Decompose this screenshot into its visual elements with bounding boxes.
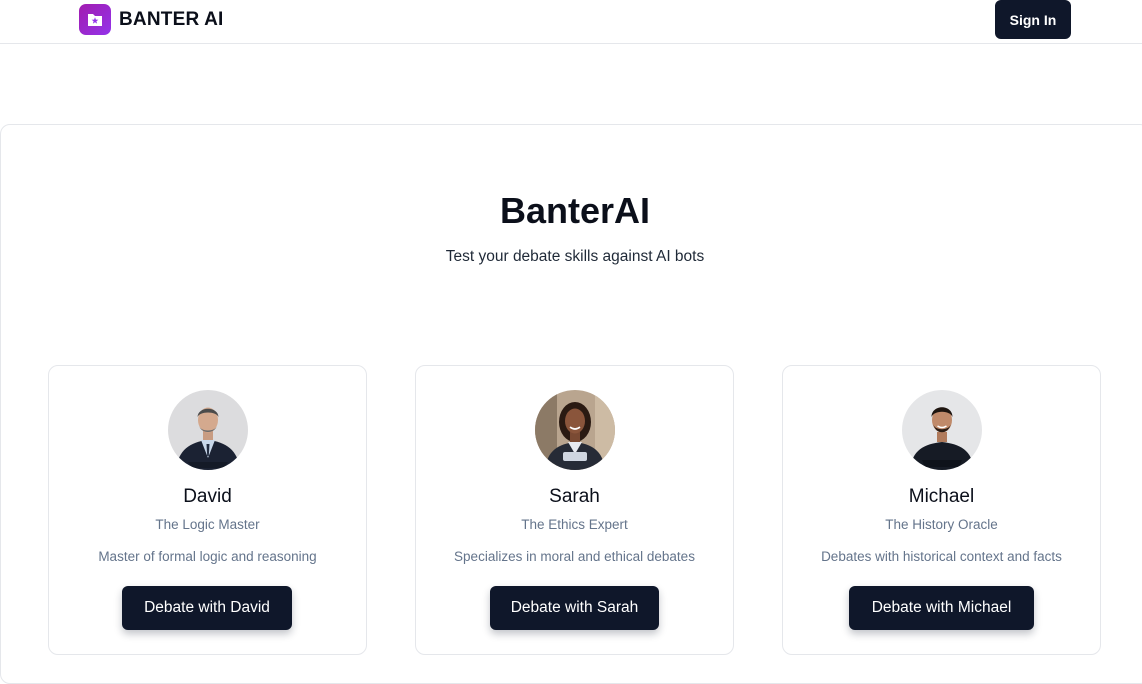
top-navbar: BANTER AI Sign In bbox=[0, 0, 1142, 44]
brand-name: BANTER AI bbox=[119, 8, 224, 30]
bot-description: Specializes in moral and ethical debates bbox=[454, 549, 695, 564]
bot-name: Sarah bbox=[549, 486, 600, 507]
debate-with-michael-button[interactable]: Debate with Michael bbox=[849, 586, 1034, 630]
bot-card-david: David The Logic Master Master of formal … bbox=[48, 365, 367, 655]
brand-home-link[interactable]: BANTER AI bbox=[79, 4, 224, 35]
bot-description: Master of formal logic and reasoning bbox=[98, 549, 317, 564]
page-subtitle: Test your debate skills against AI bots bbox=[445, 248, 705, 265]
avatar-michael bbox=[902, 390, 982, 470]
debate-with-sarah-button[interactable]: Debate with Sarah bbox=[490, 586, 659, 630]
page-title: BanterAI bbox=[499, 190, 651, 231]
avatar-sarah bbox=[535, 390, 615, 470]
sign-in-button[interactable]: Sign In bbox=[995, 0, 1071, 39]
bot-name: David bbox=[183, 486, 232, 507]
logo-star-icon bbox=[79, 4, 111, 35]
bot-title: The Ethics Expert bbox=[521, 517, 628, 532]
bot-card-sarah: Sarah The Ethics Expert Specializes in m… bbox=[415, 365, 734, 655]
bot-name: Michael bbox=[908, 486, 975, 507]
bot-card-michael: Michael The History Oracle Debates with … bbox=[782, 365, 1101, 655]
debate-with-david-button[interactable]: Debate with David bbox=[122, 586, 292, 630]
bot-title: The Logic Master bbox=[155, 517, 260, 532]
bot-description: Debates with historical context and fact… bbox=[821, 549, 1062, 564]
avatar-david bbox=[168, 390, 248, 470]
bot-title: The History Oracle bbox=[885, 517, 998, 532]
